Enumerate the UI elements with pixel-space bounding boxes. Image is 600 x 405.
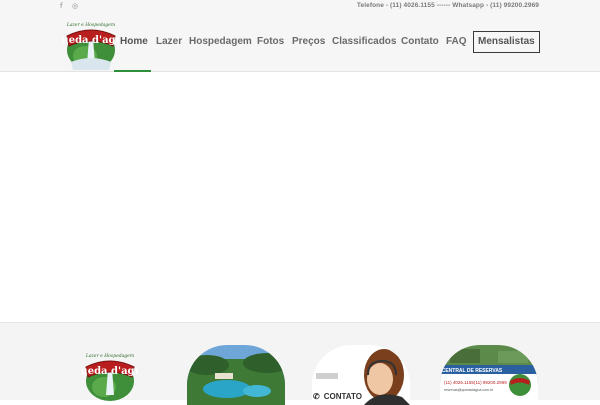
reserva-email-text: reservas@quedadagua.com.br [444,388,494,392]
nav-hospedagem[interactable]: Hospedagem [189,36,252,47]
reserva-title-text: CENTRAL DE RESERVAS [442,368,503,374]
mensalistas-button[interactable]: Mensalistas [473,31,540,53]
instagram-icon[interactable]: ◎ [72,2,78,10]
footer-logo-brand-text: Queda d'agua [82,366,138,377]
logo-small-text: Lazer e Hospedagem [66,22,115,28]
nav-faq[interactable]: FAQ [446,36,467,47]
facebook-icon[interactable]: f [60,2,62,10]
site-logo[interactable]: Queda d'agua Lazer e Hospedagem [63,16,119,72]
footer-logo-small-text: Lazer e Hospedagem [85,353,134,359]
pool-photo[interactable] [187,345,285,405]
top-bar: f ◎ Telefone - (11) 4026.1155 ------ Wha… [0,0,600,12]
footer-logo[interactable]: Queda d'agua Lazer e Hospedagem [82,345,138,401]
nav-home[interactable]: Home [120,36,148,47]
reserva-phone2-text: (11) 99200.2969 [474,380,507,385]
reserva-phone1-text: (11) 4026.1155 [444,380,474,385]
reservations-banner[interactable]: CENTRAL DE RESERVAS (11) 4026.1155 (11) … [440,345,538,405]
nav-contato[interactable]: Contato [401,36,439,47]
site-header: Queda d'agua Lazer e Hospedagem Home Laz… [0,12,600,72]
logo-brand-text: Queda d'agua [63,35,119,46]
main-content [0,72,600,323]
nav-fotos[interactable]: Fotos [257,36,284,47]
nav-lazer[interactable]: Lazer [156,36,182,47]
contact-info-text: Telefone - (11) 4026.1155 ------ Whatsap… [356,2,539,9]
nav-classificados[interactable]: Classificados [332,36,396,47]
nav-precos[interactable]: Preços [292,36,325,47]
site-footer: Queda d'agua Lazer e Hospedagem [0,323,600,405]
